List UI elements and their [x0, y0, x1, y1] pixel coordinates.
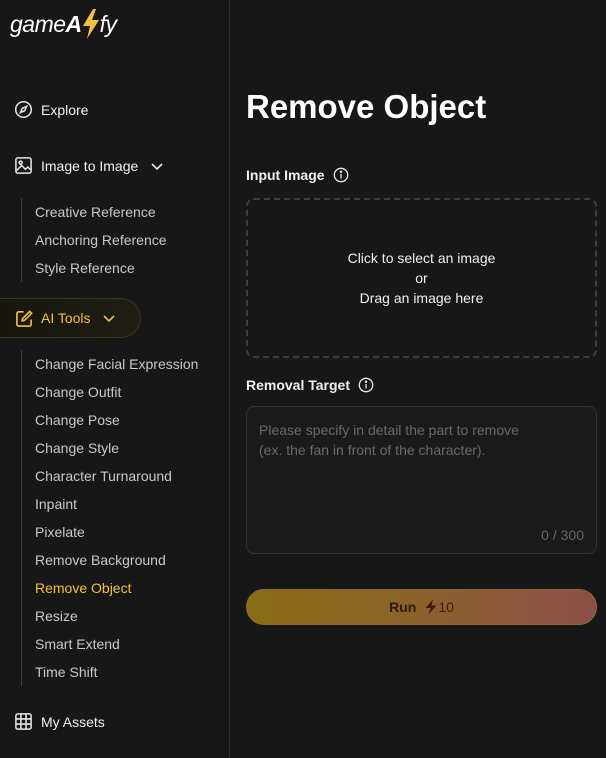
nav-explore[interactable]: Explore: [14, 100, 88, 119]
run-cost-value: 10: [438, 599, 454, 615]
input-image-label-row: Input Image: [246, 167, 349, 183]
image-icon: [15, 157, 32, 174]
nav-my-assets[interactable]: My Assets: [14, 712, 105, 731]
sidebar-item-change-pose[interactable]: Change Pose: [22, 406, 198, 434]
page-title: Remove Object: [246, 88, 487, 125]
run-button-label: Run: [389, 599, 417, 615]
sidebar-item-inpaint[interactable]: Inpaint: [22, 490, 198, 518]
dropzone-line-3: Drag an image here: [359, 290, 484, 306]
nav-image-to-image-label: Image to Image: [41, 157, 139, 174]
sidebar-item-remove-background[interactable]: Remove Background: [22, 546, 198, 574]
sidebar-item-resize[interactable]: Resize: [22, 602, 198, 630]
info-icon[interactable]: [358, 377, 374, 393]
sidebar-item-character-turnaround[interactable]: Character Turnaround: [22, 462, 198, 490]
nav-explore-label: Explore: [41, 101, 89, 118]
run-button[interactable]: Run 10: [246, 589, 597, 625]
sidebar-item-smart-extend[interactable]: Smart Extend: [22, 630, 198, 658]
lightning-icon: [425, 599, 437, 615]
dropzone-line-2: or: [415, 270, 428, 286]
removal-target-label: Removal Target: [246, 377, 350, 393]
nav-my-assets-label: My Assets: [41, 713, 105, 730]
logo-text-start: game: [10, 10, 66, 37]
removal-target-textarea[interactable]: [247, 407, 596, 517]
info-icon[interactable]: [333, 167, 349, 183]
character-counter: 0 / 300: [541, 527, 584, 543]
run-cost: 10: [424, 599, 454, 615]
dropzone-line-1: Click to select an image: [347, 250, 496, 266]
logo-text-end: fy: [99, 10, 117, 37]
grid-icon: [15, 713, 32, 730]
compass-icon: [14, 100, 33, 119]
sidebar-item-pixelate[interactable]: Pixelate: [22, 518, 198, 546]
input-image-label: Input Image: [246, 167, 325, 183]
ai-tools-submenu: Change Facial Expression Change Outfit C…: [21, 350, 198, 686]
image-to-image-submenu: Creative Reference Anchoring Reference S…: [21, 198, 167, 282]
nav-ai-tools[interactable]: AI Tools: [0, 298, 141, 338]
sidebar-item-anchoring-reference[interactable]: Anchoring Reference: [22, 226, 167, 254]
sidebar-item-time-shift[interactable]: Time Shift: [22, 658, 198, 686]
nav-ai-tools-label: AI Tools: [41, 310, 91, 326]
sidebar-item-change-outfit[interactable]: Change Outfit: [22, 378, 198, 406]
sidebar-item-creative-reference[interactable]: Creative Reference: [22, 198, 167, 226]
edit-icon: [16, 309, 33, 327]
sidebar-item-change-style[interactable]: Change Style: [22, 434, 198, 462]
gameaify-logo[interactable]: game A fy: [10, 6, 117, 42]
lightning-icon: [82, 9, 99, 39]
image-dropzone[interactable]: Click to select an image or Drag an imag…: [246, 198, 597, 358]
chevron-down-icon: [102, 315, 115, 323]
removal-target-label-row: Removal Target: [246, 377, 374, 393]
sidebar-item-style-reference[interactable]: Style Reference: [22, 254, 167, 282]
sidebar-item-change-facial-expression[interactable]: Change Facial Expression: [22, 350, 198, 378]
nav-image-to-image[interactable]: Image to Image: [14, 156, 164, 175]
sidebar-item-remove-object[interactable]: Remove Object: [22, 574, 198, 602]
removal-target-field: 0 / 300: [246, 406, 597, 554]
chevron-down-icon: [151, 162, 163, 170]
sidebar: game A fy Explore Image to Image Creativ…: [0, 0, 230, 758]
